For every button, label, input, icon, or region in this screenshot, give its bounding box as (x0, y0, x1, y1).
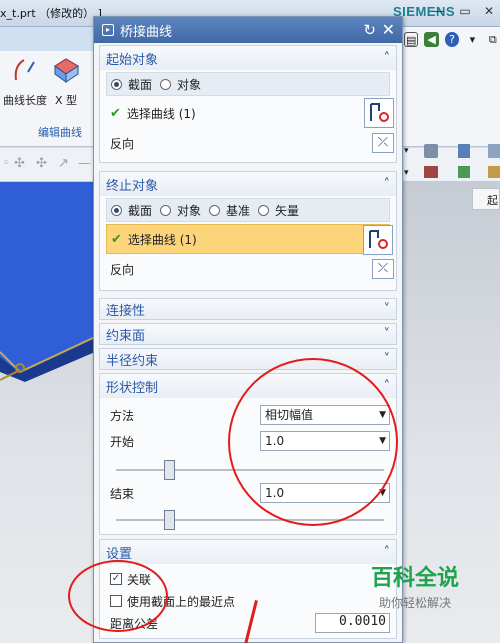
close-window-icon[interactable]: ✕ (480, 4, 498, 20)
radio-label: 对象 (177, 77, 202, 92)
dropdown-icon[interactable]: ▾ (404, 168, 409, 178)
reverse-label: 反向 (110, 262, 135, 277)
dialog-titlebar[interactable]: ▸ 桥接曲线 ↻ ✕ (94, 17, 402, 43)
radio-vector[interactable] (258, 204, 270, 216)
cube-view-icon[interactable] (424, 144, 438, 158)
window-icon[interactable]: ▤ (404, 31, 419, 47)
render-icon[interactable] (424, 166, 438, 178)
x-type-icon[interactable] (52, 56, 80, 84)
check-icon: ✔ (110, 105, 121, 121)
start-select-curve-row[interactable]: ✔ 选择曲线 (1) (106, 98, 394, 128)
side-panel-tab[interactable]: 起 (472, 188, 500, 210)
chevron-down-icon[interactable]: ˅ (384, 327, 391, 342)
group-title: 约束面 (106, 328, 146, 344)
end-object-group: 终止对象 ˄ 截面 对象 基准 矢量 ✔ 选择曲线 (1) 反向 ⤫ (99, 171, 397, 291)
snap-icon[interactable]: — (78, 156, 91, 171)
annotation-circle (228, 358, 398, 526)
watermark-title: 百科全说 (370, 565, 459, 590)
start-reverse-row: 反向 ⤫ (106, 130, 394, 156)
help-icon[interactable]: ? (444, 31, 460, 47)
radio-label: 截面 (128, 77, 153, 92)
close-icon[interactable]: ✕ (382, 20, 395, 39)
reverse-label: 反向 (110, 136, 135, 151)
radio-section[interactable] (111, 78, 122, 90)
start-object-header[interactable]: 起始对象 ˄ (100, 46, 396, 70)
dialog-title: 桥接曲线 (120, 24, 173, 40)
select-curve-label: 选择曲线 (1) (126, 106, 196, 121)
group-title: 半径约束 (106, 353, 159, 369)
snap-icon[interactable]: ✣ (14, 156, 25, 171)
chevron-down-icon[interactable]: ˅ (384, 302, 391, 317)
view-toolbar: ▾ ▾ (402, 140, 500, 184)
watermark: 百科全说 助你轻松解决 (340, 560, 490, 620)
radio-label: 对象 (177, 203, 202, 218)
reverse-direction-icon[interactable]: ⤫ (372, 133, 394, 153)
restore-icon[interactable]: ⧉ (486, 32, 500, 47)
dropdown-icon[interactable]: ▾ (465, 32, 479, 47)
edit-curve-group-label: 编辑曲线 (38, 126, 82, 139)
layer-icon[interactable] (458, 144, 470, 158)
slider-thumb[interactable] (164, 460, 175, 480)
dropdown-icon[interactable]: ▾ (404, 146, 409, 156)
app-title: x_t.prt （修改的） ] (0, 7, 102, 20)
select-curve-icon[interactable] (363, 225, 393, 255)
snap-icon[interactable]: ◦ (2, 156, 10, 171)
group-title: 起始对象 (106, 52, 159, 68)
curve-length-label[interactable]: 曲线长度 (3, 92, 47, 108)
radio-label: 截面 (128, 203, 153, 218)
chevron-down-icon[interactable]: ˅ (384, 352, 391, 367)
display-icon[interactable] (458, 166, 470, 178)
end-select-curve-row[interactable]: ✔ 选择曲线 (1) (106, 224, 393, 255)
minimize-icon[interactable]: — (430, 4, 448, 20)
end-object-header[interactable]: 终止对象 ˄ (100, 172, 396, 196)
select-curve-label: 选择曲线 (1) (127, 232, 197, 247)
chevron-up-icon[interactable]: ˄ (384, 51, 391, 66)
end-type-radio-row: 截面 对象 基准 矢量 (106, 198, 390, 222)
quick-access-bar: ▤ ◀ ? ▾ ⧉ (400, 28, 500, 50)
radio-section[interactable] (111, 204, 122, 216)
dialog-app-icon: ▸ (102, 24, 114, 36)
edit-icon[interactable] (488, 166, 500, 178)
end-label: 结束 (110, 486, 135, 501)
view-icon[interactable] (488, 144, 500, 158)
back-icon[interactable]: ◀ (424, 31, 439, 47)
group-title: 连接性 (106, 303, 146, 319)
group-title: 形状控制 (106, 380, 159, 396)
group-title: 设置 (106, 546, 133, 562)
radio-object[interactable] (160, 78, 172, 90)
connectivity-group[interactable]: 连接性 ˅ (99, 298, 397, 320)
radio-object[interactable] (160, 204, 172, 216)
reverse-direction-icon[interactable]: ⤫ (372, 259, 394, 279)
check-icon: ✔ (111, 231, 122, 247)
radio-label: 矢量 (275, 203, 300, 218)
curve-length-icon[interactable] (10, 56, 38, 84)
maximize-icon[interactable]: ▭ (456, 4, 474, 20)
select-curve-icon[interactable] (364, 98, 394, 128)
radio-datum[interactable] (209, 204, 221, 216)
ribbon-tab-strip (0, 27, 97, 51)
chevron-up-icon[interactable]: ˄ (384, 177, 391, 192)
radio-label: 基准 (226, 203, 251, 218)
start-object-group: 起始对象 ˄ 截面 对象 ✔ 选择曲线 (1) 反向 ⤫ (99, 45, 397, 163)
bridge-curve-dialog: ▸ 桥接曲线 ↻ ✕ 起始对象 ˄ 截面 对象 ✔ 选择曲线 (1) 反向 ⤫ (93, 16, 403, 643)
watermark-subtitle: 助你轻松解决 (378, 596, 451, 610)
group-title: 终止对象 (106, 178, 159, 194)
reset-icon[interactable]: ↻ (363, 21, 376, 39)
constraint-face-group[interactable]: 约束面 ˅ (99, 323, 397, 345)
end-reverse-row: 反向 ⤫ (106, 256, 394, 282)
method-label: 方法 (110, 408, 135, 423)
slider-thumb[interactable] (164, 510, 175, 530)
x-type-label[interactable]: X 型 (55, 92, 77, 108)
annotation-circle (68, 560, 168, 632)
chevron-up-icon[interactable]: ˄ (384, 379, 391, 394)
start-type-radio-row: 截面 对象 (106, 72, 390, 96)
snap-icon[interactable]: ✣ (36, 156, 47, 171)
start-label: 开始 (110, 434, 135, 449)
snap-icon[interactable]: ↗ (58, 156, 69, 171)
chevron-up-icon[interactable]: ˄ (384, 545, 391, 560)
